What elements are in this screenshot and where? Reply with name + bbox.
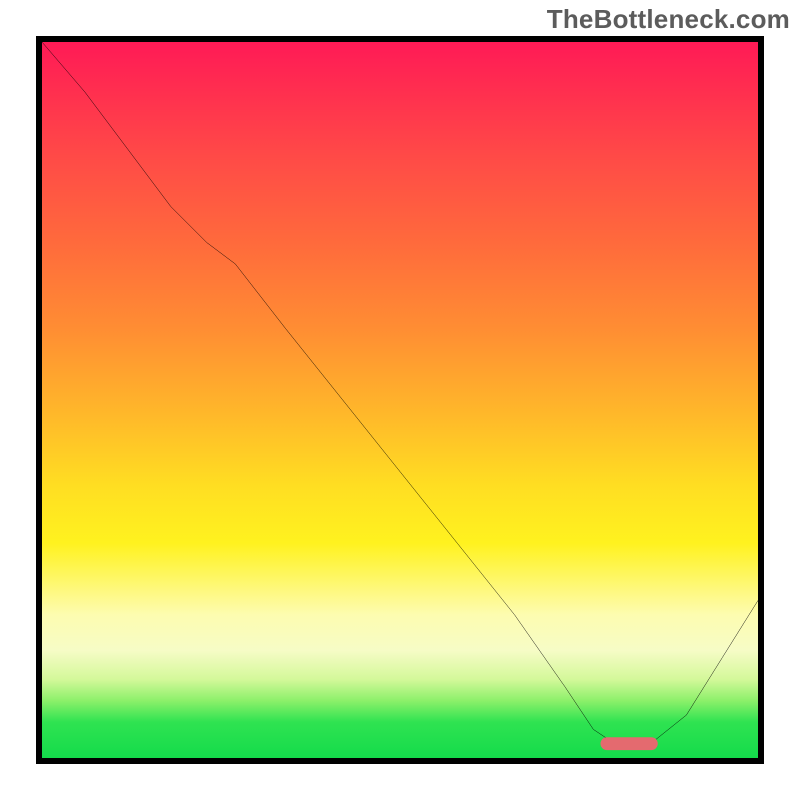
bottleneck-curve-line — [42, 42, 758, 744]
plot-overlay — [42, 42, 758, 758]
optimal-marker — [600, 737, 657, 750]
plot-frame — [36, 36, 764, 764]
watermark-text: TheBottleneck.com — [547, 4, 790, 35]
chart-canvas: TheBottleneck.com — [0, 0, 800, 800]
